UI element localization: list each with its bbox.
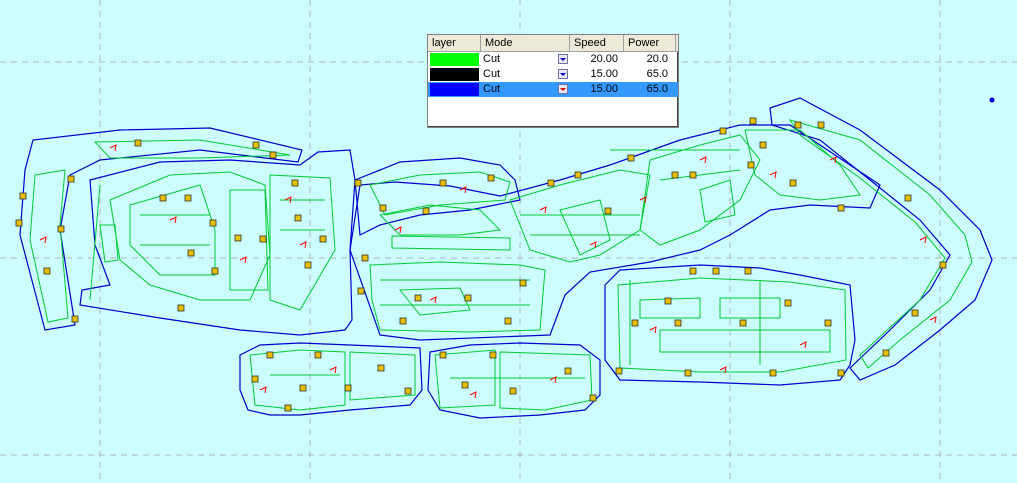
header-mode[interactable]: Mode <box>481 35 570 51</box>
layer-mode-value: Cut <box>483 53 501 65</box>
mode-dropdown-button[interactable] <box>558 84 568 94</box>
header-layer[interactable]: layer <box>428 35 481 51</box>
header-speed[interactable]: Speed <box>570 35 624 51</box>
header-power[interactable]: Power <box>624 35 676 51</box>
layer-power-value[interactable]: 65.0 <box>624 67 676 82</box>
piece-outline <box>79 149 356 336</box>
inner-shape <box>659 329 831 353</box>
layer-color-swatch <box>430 83 479 96</box>
direction-arrows <box>39 144 937 399</box>
mode-dropdown-button[interactable] <box>558 69 568 79</box>
inner-shape <box>109 171 271 301</box>
inner-shape <box>434 349 496 409</box>
layer-row-green[interactable]: Cut 20.00 20.0 <box>428 52 678 67</box>
layer-table-header: layer Mode Speed Power <box>428 35 678 52</box>
layer-mode-value: Cut <box>483 83 501 95</box>
inner-shape <box>269 174 336 311</box>
layer-row-black[interactable]: Cut 15.00 65.0 <box>428 67 678 82</box>
inner-shape <box>369 261 546 333</box>
inner-shape <box>99 224 119 263</box>
inner-shape <box>129 184 216 276</box>
piece-outline <box>354 157 521 236</box>
inner-shape <box>93 139 291 159</box>
layer-speed-value[interactable]: 20.00 <box>570 52 624 67</box>
inner-shape <box>249 349 346 411</box>
inner-shape <box>559 199 611 256</box>
inner-shape <box>719 297 781 319</box>
layer-speed-value[interactable]: 15.00 <box>570 67 624 82</box>
inner-shape <box>509 169 651 263</box>
layer-parameters-table[interactable]: layer Mode Speed Power Cut 20.00 20.0 Cu… <box>427 34 679 128</box>
layer-power-value[interactable]: 65.0 <box>624 82 676 97</box>
inner-shape <box>391 235 511 251</box>
inner-shape <box>617 277 847 373</box>
layer-color-swatch <box>430 68 479 81</box>
layer-mode-value: Cut <box>483 68 501 80</box>
inner-shape <box>499 351 593 411</box>
piece-outline <box>769 97 993 381</box>
inner-shape <box>788 119 973 369</box>
inner-shape <box>744 129 861 201</box>
piece-outline <box>349 124 881 341</box>
origin-marker <box>989 97 995 103</box>
layer-color-swatch <box>430 53 479 66</box>
layer-power-value[interactable]: 20.0 <box>624 52 676 67</box>
layer-speed-value[interactable]: 15.00 <box>570 82 624 97</box>
mode-dropdown-button[interactable] <box>558 54 568 64</box>
inner-shape <box>29 169 69 323</box>
inner-cut-contours <box>29 119 973 411</box>
layer-row-blue[interactable]: Cut 15.00 65.0 <box>428 82 678 97</box>
